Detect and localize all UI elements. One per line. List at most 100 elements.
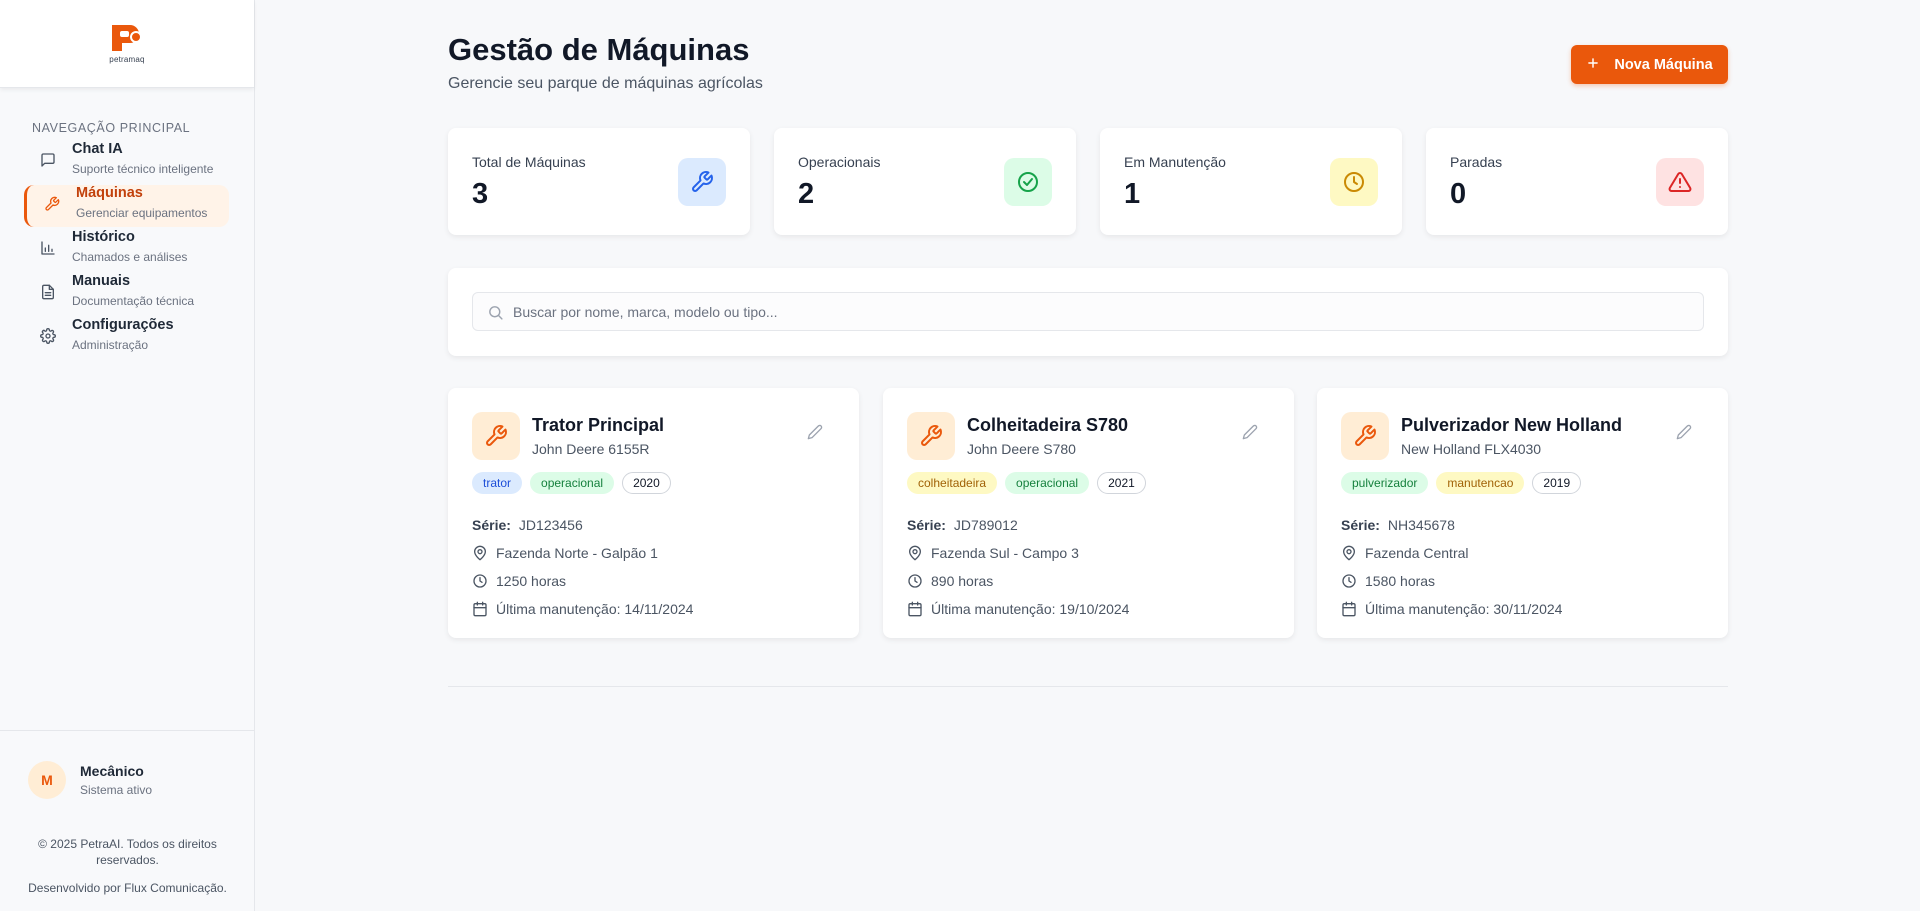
sidebar-item-maquinas[interactable]: Máquinas Gerenciar equipamentos — [0, 184, 255, 228]
location-value: Fazenda Sul - Campo 3 — [931, 545, 1079, 561]
machine-card[interactable]: Colheitadeira S780 John Deere S780 colhe… — [883, 388, 1294, 638]
serie-row: Série: NH345678 — [1341, 511, 1562, 539]
stat-label: Paradas — [1450, 154, 1503, 170]
stat-value: 3 — [472, 178, 489, 210]
location-row: Fazenda Sul - Campo 3 — [907, 539, 1129, 567]
user-block[interactable]: M Mecânico Sistema ativo — [0, 730, 255, 799]
calendar-icon — [472, 601, 488, 617]
clock-icon — [472, 573, 488, 589]
maintenance-row: Última manutenção: 30/11/2024 — [1341, 595, 1562, 623]
hours-row: 1250 horas — [472, 567, 693, 595]
map-pin-icon — [1341, 545, 1357, 561]
clock-icon — [1330, 158, 1378, 206]
maintenance-value: Última manutenção: 19/10/2024 — [931, 601, 1130, 617]
status-badge: operacional — [530, 472, 615, 494]
hours-row: 890 horas — [907, 567, 1129, 595]
sidebar-item-sub: Suporte técnico inteligente — [72, 162, 214, 176]
machine-model: John Deere S780 — [967, 441, 1076, 457]
new-machine-label: Nova Máquina — [1614, 56, 1713, 73]
sidebar-item-sub: Administração — [72, 338, 149, 352]
serie-row: Série: JD123456 — [472, 511, 693, 539]
serie-row: Série: JD789012 — [907, 511, 1129, 539]
search-card — [448, 268, 1728, 356]
search-box[interactable] — [472, 292, 1704, 331]
sidebar-item-manuais[interactable]: Manuais Documentação técnica — [0, 272, 255, 316]
stat-label: Total de Máquinas — [472, 154, 586, 170]
stat-value: 1 — [1124, 178, 1141, 210]
sidebar-item-label: Manuais — [72, 273, 131, 289]
hours-value: 1580 horas — [1365, 573, 1436, 589]
wrench-icon — [44, 196, 60, 212]
chat-icon — [40, 152, 56, 168]
machine-tags: pulverizador manutencao 2019 — [1341, 472, 1582, 494]
nav-section-title: NAVEGAÇÃO PRINCIPAL — [32, 121, 191, 135]
sidebar-item-sub: Gerenciar equipamentos — [76, 206, 208, 220]
stat-card-paradas: Paradas 0 — [1426, 128, 1728, 235]
page-subtitle: Gerencie seu parque de máquinas agrícola… — [448, 75, 763, 92]
year-badge: 2020 — [622, 472, 671, 494]
maintenance-value: Última manutenção: 30/11/2024 — [1365, 601, 1563, 617]
search-input[interactable] — [513, 293, 1693, 330]
sidebar-item-sub: Documentação técnica — [72, 294, 195, 308]
serie-value: JD123456 — [518, 517, 583, 533]
location-value: Fazenda Norte - Galpão 1 — [496, 545, 658, 561]
search-icon — [487, 304, 504, 321]
stat-label: Em Manutenção — [1124, 154, 1226, 170]
check-circle-icon — [1004, 158, 1052, 206]
edit-pencil-icon[interactable] — [1676, 424, 1692, 440]
sidebar: petramaq NAVEGAÇÃO PRINCIPAL Chat IA Sup… — [0, 0, 255, 911]
edit-pencil-icon[interactable] — [1242, 424, 1258, 440]
new-machine-button[interactable]: Nova Máquina — [1571, 45, 1728, 84]
serie-value: NH345678 — [1387, 517, 1455, 533]
avatar: M — [28, 761, 66, 799]
sidebar-item-label: Histórico — [72, 229, 135, 245]
main-nav: Chat IA Suporte técnico inteligente Máqu… — [0, 140, 255, 360]
sidebar-item-configuracoes[interactable]: Configurações Administração — [0, 316, 255, 360]
machine-model: John Deere 6155R — [532, 441, 650, 457]
machine-name: Trator Principal — [532, 415, 665, 435]
hours-row: 1580 horas — [1341, 567, 1562, 595]
wrench-icon — [472, 412, 520, 460]
sidebar-item-label: Máquinas — [76, 185, 143, 201]
alert-triangle-icon — [1656, 158, 1704, 206]
serie-label: Série: — [907, 517, 946, 533]
stat-card-manutencao: Em Manutenção 1 — [1100, 128, 1402, 235]
edit-pencil-icon[interactable] — [807, 424, 823, 440]
location-row: Fazenda Norte - Galpão 1 — [472, 539, 693, 567]
serie-label: Série: — [472, 517, 511, 533]
map-pin-icon — [907, 545, 923, 561]
calendar-icon — [907, 601, 923, 617]
machine-card[interactable]: Pulverizador New Holland New Holland FLX… — [1317, 388, 1728, 638]
wrench-icon — [1341, 412, 1389, 460]
maintenance-row: Última manutenção: 14/11/2024 — [472, 595, 693, 623]
stat-card-total: Total de Máquinas 3 — [448, 128, 750, 235]
machine-tags: colheitadeira operacional 2021 — [907, 472, 1146, 494]
logo-icon — [109, 23, 145, 53]
logo[interactable]: petramaq — [0, 0, 254, 88]
serie-value: JD789012 — [953, 517, 1018, 533]
location-row: Fazenda Central — [1341, 539, 1562, 567]
serie-label: Série: — [1341, 517, 1380, 533]
page-title: Gestão de Máquinas — [448, 32, 750, 67]
user-status: Sistema ativo — [80, 783, 153, 797]
stat-value: 2 — [798, 178, 815, 210]
sidebar-item-historico[interactable]: Histórico Chamados e análises — [0, 228, 255, 272]
sidebar-item-chat[interactable]: Chat IA Suporte técnico inteligente — [0, 140, 255, 184]
clock-icon — [907, 573, 923, 589]
calendar-icon — [1341, 601, 1357, 617]
machine-card[interactable]: Trator Principal John Deere 6155R trator… — [448, 388, 859, 638]
stat-label: Operacionais — [798, 154, 881, 170]
clock-icon — [1341, 573, 1357, 589]
map-pin-icon — [472, 545, 488, 561]
maintenance-row: Última manutenção: 19/10/2024 — [907, 595, 1129, 623]
type-badge: trator — [472, 472, 523, 494]
document-icon — [40, 284, 56, 300]
user-name: Mecânico — [80, 763, 144, 779]
footer-developer: Desenvolvido por Flux Comunicação. — [28, 881, 227, 895]
machine-tags: trator operacional 2020 — [472, 472, 671, 494]
gear-icon — [40, 328, 56, 344]
footer-copyright: © 2025 PetraAI. Todos os direitos reserv… — [38, 837, 217, 867]
plus-icon — [1586, 56, 1600, 74]
machine-name: Colheitadeira S780 — [967, 415, 1129, 435]
hours-value: 890 horas — [931, 573, 994, 589]
